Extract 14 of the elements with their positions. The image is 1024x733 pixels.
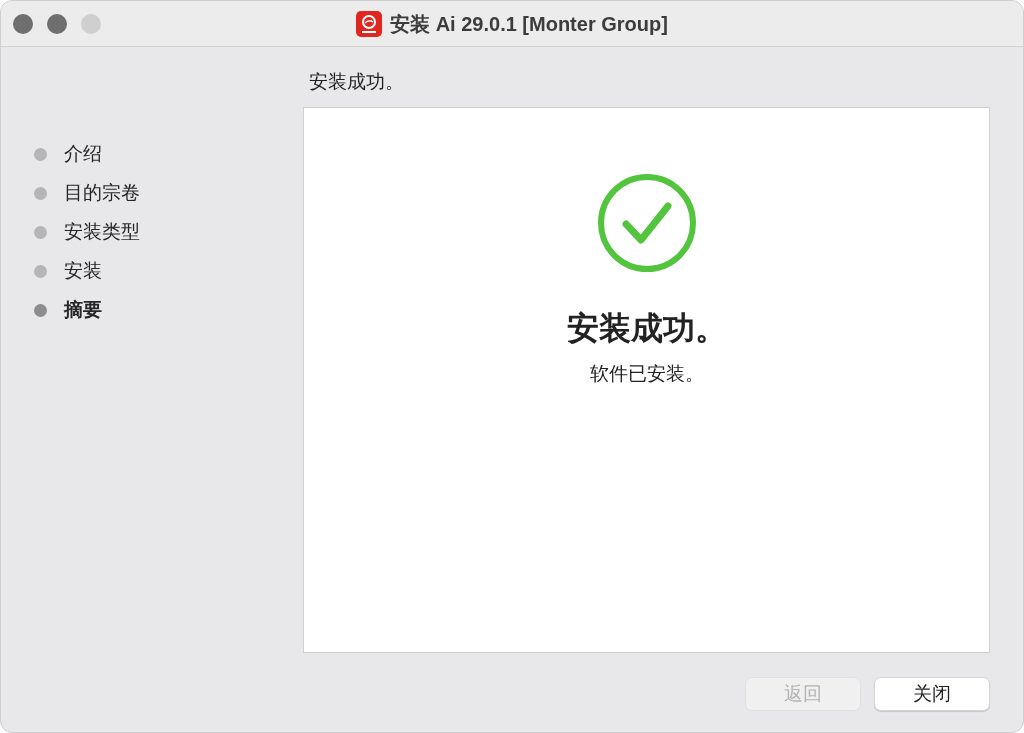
success-title: 安装成功。 — [566, 309, 727, 348]
sidebar-step: 介绍 — [34, 143, 303, 165]
sidebar-step: 安装类型 — [34, 221, 303, 243]
sidebar-step: 摘要 — [34, 299, 303, 321]
window-title: 安装 Ai 29.0.1 [Monter Group] — [390, 11, 668, 37]
app-logo-icon — [356, 10, 383, 37]
success-check-icon — [595, 172, 698, 274]
minimize-button[interactable] — [47, 13, 67, 34]
dialog-button[interactable]: 关闭 — [874, 677, 990, 711]
page-heading: 安装成功。 — [309, 70, 404, 94]
success-message: 软件已安装。 — [589, 362, 704, 386]
sidebar-step: 目的宗卷 — [34, 182, 303, 204]
close-button[interactable] — [13, 13, 33, 34]
sidebar-step: 安装 — [34, 260, 303, 282]
